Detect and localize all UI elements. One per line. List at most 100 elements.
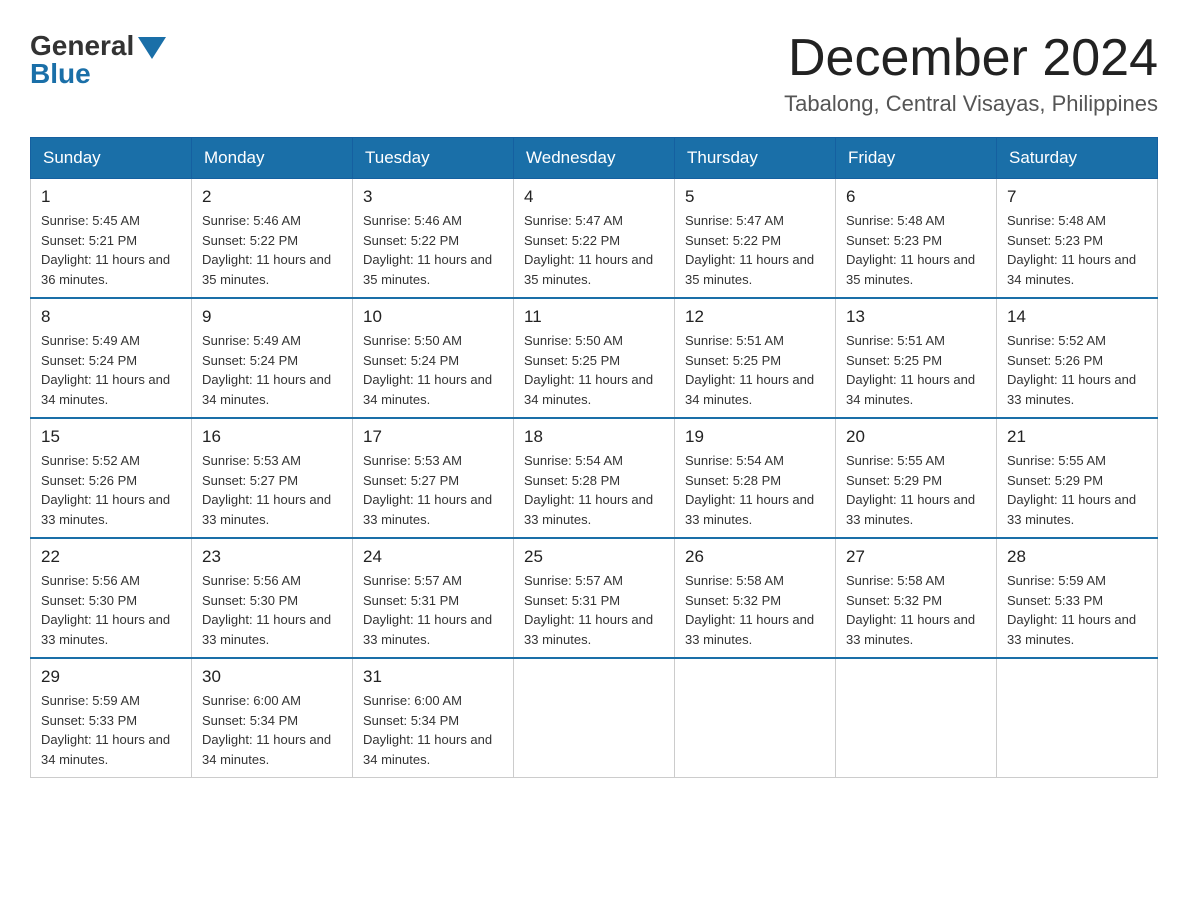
calendar-day-cell: 19 Sunrise: 5:54 AMSunset: 5:28 PMDayligh… — [675, 418, 836, 538]
day-number: 17 — [363, 427, 503, 447]
day-info: Sunrise: 5:56 AMSunset: 5:30 PMDaylight:… — [41, 571, 181, 649]
day-info: Sunrise: 5:51 AMSunset: 5:25 PMDaylight:… — [685, 331, 825, 409]
day-info: Sunrise: 5:52 AMSunset: 5:26 PMDaylight:… — [1007, 331, 1147, 409]
calendar-day-cell: 18 Sunrise: 5:54 AMSunset: 5:28 PMDayligh… — [514, 418, 675, 538]
day-number: 7 — [1007, 187, 1147, 207]
day-info: Sunrise: 5:47 AMSunset: 5:22 PMDaylight:… — [524, 211, 664, 289]
location-title: Tabalong, Central Visayas, Philippines — [784, 91, 1158, 117]
day-info: Sunrise: 5:49 AMSunset: 5:24 PMDaylight:… — [202, 331, 342, 409]
day-info: Sunrise: 5:59 AMSunset: 5:33 PMDaylight:… — [41, 691, 181, 769]
calendar-day-cell: 7Sunrise: 5:48 AMSunset: 5:23 PMDaylight… — [997, 179, 1158, 299]
calendar-week-row: 8 Sunrise: 5:49 AMSunset: 5:24 PMDaylight… — [31, 298, 1158, 418]
day-info: Sunrise: 5:56 AMSunset: 5:30 PMDaylight:… — [202, 571, 342, 649]
calendar-day-cell: 10 Sunrise: 5:50 AMSunset: 5:24 PMDayligh… — [353, 298, 514, 418]
day-info: Sunrise: 5:53 AMSunset: 5:27 PMDaylight:… — [202, 451, 342, 529]
logo-triangle-icon — [138, 37, 166, 59]
header-thursday: Thursday — [675, 138, 836, 179]
header-monday: Monday — [192, 138, 353, 179]
calendar-day-cell — [514, 658, 675, 778]
calendar-day-cell: 21 Sunrise: 5:55 AMSunset: 5:29 PMDayligh… — [997, 418, 1158, 538]
calendar-day-cell: 26 Sunrise: 5:58 AMSunset: 5:32 PMDayligh… — [675, 538, 836, 658]
logo-blue-text: Blue — [30, 58, 91, 90]
calendar-week-row: 29Sunrise: 5:59 AMSunset: 5:33 PMDayligh… — [31, 658, 1158, 778]
day-info: Sunrise: 5:58 AMSunset: 5:32 PMDaylight:… — [685, 571, 825, 649]
day-info: Sunrise: 5:46 AMSunset: 5:22 PMDaylight:… — [202, 211, 342, 289]
calendar-day-cell: 20Sunrise: 5:55 AMSunset: 5:29 PMDayligh… — [836, 418, 997, 538]
day-info: Sunrise: 5:51 AMSunset: 5:25 PMDaylight:… — [846, 331, 986, 409]
day-info: Sunrise: 5:52 AMSunset: 5:26 PMDaylight:… — [41, 451, 181, 529]
calendar-day-cell: 25 Sunrise: 5:57 AMSunset: 5:31 PMDayligh… — [514, 538, 675, 658]
day-info: Sunrise: 5:50 AMSunset: 5:24 PMDaylight:… — [363, 331, 503, 409]
day-number: 27 — [846, 547, 986, 567]
calendar-day-cell: 30 Sunrise: 6:00 AMSunset: 5:34 PMDayligh… — [192, 658, 353, 778]
day-info: Sunrise: 5:54 AMSunset: 5:28 PMDaylight:… — [524, 451, 664, 529]
calendar-day-cell: 15 Sunrise: 5:52 AMSunset: 5:26 PMDayligh… — [31, 418, 192, 538]
day-number: 25 — [524, 547, 664, 567]
day-number: 19 — [685, 427, 825, 447]
day-number: 31 — [363, 667, 503, 687]
day-info: Sunrise: 5:46 AMSunset: 5:22 PMDaylight:… — [363, 211, 503, 289]
day-info: Sunrise: 5:57 AMSunset: 5:31 PMDaylight:… — [363, 571, 503, 649]
day-number: 30 — [202, 667, 342, 687]
day-number: 24 — [363, 547, 503, 567]
calendar-day-cell: 1Sunrise: 5:45 AMSunset: 5:21 PMDaylight… — [31, 179, 192, 299]
calendar-day-cell — [997, 658, 1158, 778]
day-number: 8 — [41, 307, 181, 327]
day-number: 28 — [1007, 547, 1147, 567]
calendar-day-cell: 29Sunrise: 5:59 AMSunset: 5:33 PMDayligh… — [31, 658, 192, 778]
day-number: 12 — [685, 307, 825, 327]
header-saturday: Saturday — [997, 138, 1158, 179]
day-number: 11 — [524, 307, 664, 327]
calendar-day-cell: 2 Sunrise: 5:46 AMSunset: 5:22 PMDaylight… — [192, 179, 353, 299]
calendar-day-cell: 11 Sunrise: 5:50 AMSunset: 5:25 PMDayligh… — [514, 298, 675, 418]
calendar-day-cell: 3Sunrise: 5:46 AMSunset: 5:22 PMDaylight… — [353, 179, 514, 299]
calendar-day-cell: 6Sunrise: 5:48 AMSunset: 5:23 PMDaylight… — [836, 179, 997, 299]
calendar-day-cell: 14 Sunrise: 5:52 AMSunset: 5:26 PMDayligh… — [997, 298, 1158, 418]
day-number: 15 — [41, 427, 181, 447]
day-number: 14 — [1007, 307, 1147, 327]
calendar-week-row: 1Sunrise: 5:45 AMSunset: 5:21 PMDaylight… — [31, 179, 1158, 299]
day-info: Sunrise: 5:48 AMSunset: 5:23 PMDaylight:… — [846, 211, 986, 289]
day-number: 2 — [202, 187, 342, 207]
header-friday: Friday — [836, 138, 997, 179]
header-sunday: Sunday — [31, 138, 192, 179]
day-number: 4 — [524, 187, 664, 207]
day-info: Sunrise: 5:59 AMSunset: 5:33 PMDaylight:… — [1007, 571, 1147, 649]
calendar-day-cell: 5 Sunrise: 5:47 AMSunset: 5:22 PMDaylight… — [675, 179, 836, 299]
calendar-day-cell: 27 Sunrise: 5:58 AMSunset: 5:32 PMDayligh… — [836, 538, 997, 658]
day-number: 9 — [202, 307, 342, 327]
calendar-day-cell: 31Sunrise: 6:00 AMSunset: 5:34 PMDayligh… — [353, 658, 514, 778]
day-number: 1 — [41, 187, 181, 207]
calendar-day-cell: 4 Sunrise: 5:47 AMSunset: 5:22 PMDaylight… — [514, 179, 675, 299]
day-number: 23 — [202, 547, 342, 567]
calendar-day-cell: 8Sunrise: 5:49 AMSunset: 5:24 PMDaylight… — [31, 298, 192, 418]
day-info: Sunrise: 5:55 AMSunset: 5:29 PMDaylight:… — [1007, 451, 1147, 529]
day-number: 5 — [685, 187, 825, 207]
day-number: 18 — [524, 427, 664, 447]
day-number: 26 — [685, 547, 825, 567]
day-info: Sunrise: 6:00 AMSunset: 5:34 PMDaylight:… — [202, 691, 342, 769]
calendar-day-cell — [836, 658, 997, 778]
month-title: December 2024 — [784, 30, 1158, 87]
day-number: 16 — [202, 427, 342, 447]
logo: General Blue — [30, 30, 166, 90]
day-info: Sunrise: 5:50 AMSunset: 5:25 PMDaylight:… — [524, 331, 664, 409]
day-info: Sunrise: 5:58 AMSunset: 5:32 PMDaylight:… — [846, 571, 986, 649]
header-tuesday: Tuesday — [353, 138, 514, 179]
calendar-table: Sunday Monday Tuesday Wednesday Thursday… — [30, 137, 1158, 778]
calendar-day-cell: 12 Sunrise: 5:51 AMSunset: 5:25 PMDayligh… — [675, 298, 836, 418]
day-number: 13 — [846, 307, 986, 327]
calendar-day-cell: 24 Sunrise: 5:57 AMSunset: 5:31 PMDayligh… — [353, 538, 514, 658]
day-info: Sunrise: 5:54 AMSunset: 5:28 PMDaylight:… — [685, 451, 825, 529]
calendar-day-cell: 23 Sunrise: 5:56 AMSunset: 5:30 PMDayligh… — [192, 538, 353, 658]
day-number: 20 — [846, 427, 986, 447]
day-number: 10 — [363, 307, 503, 327]
calendar-day-cell: 13 Sunrise: 5:51 AMSunset: 5:25 PMDayligh… — [836, 298, 997, 418]
calendar-day-cell: 28 Sunrise: 5:59 AMSunset: 5:33 PMDayligh… — [997, 538, 1158, 658]
day-number: 21 — [1007, 427, 1147, 447]
day-info: Sunrise: 5:57 AMSunset: 5:31 PMDaylight:… — [524, 571, 664, 649]
calendar-day-cell: 17Sunrise: 5:53 AMSunset: 5:27 PMDayligh… — [353, 418, 514, 538]
title-section: December 2024 Tabalong, Central Visayas,… — [784, 30, 1158, 117]
day-info: Sunrise: 5:47 AMSunset: 5:22 PMDaylight:… — [685, 211, 825, 289]
calendar-day-cell: 22Sunrise: 5:56 AMSunset: 5:30 PMDayligh… — [31, 538, 192, 658]
